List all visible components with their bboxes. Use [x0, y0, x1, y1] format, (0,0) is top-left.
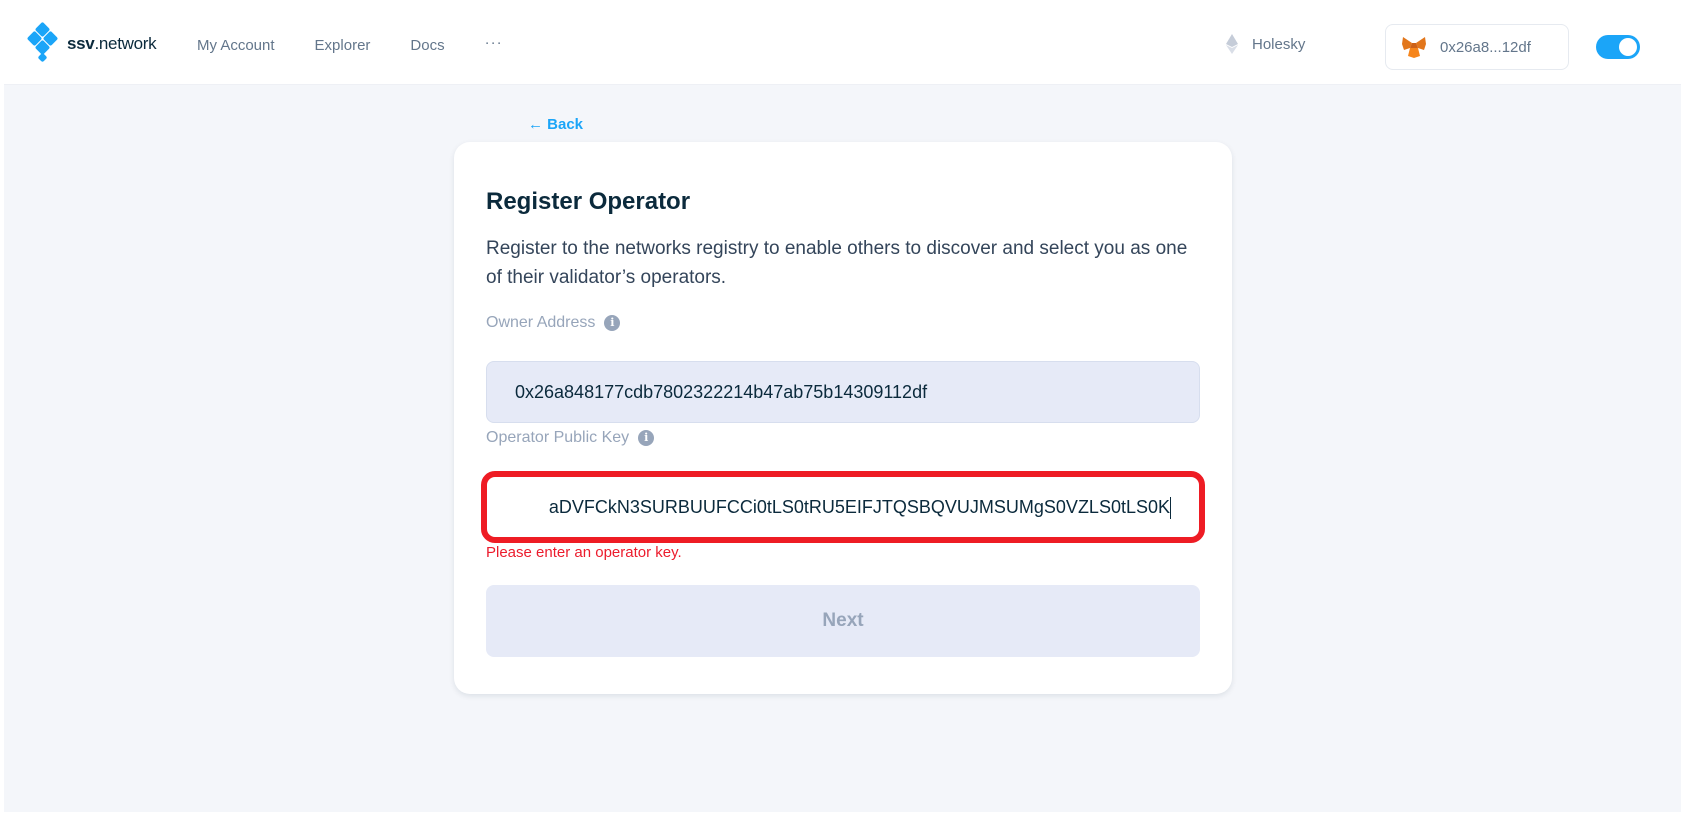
page-title: Register Operator [486, 188, 691, 215]
nav-docs[interactable]: Docs [410, 37, 444, 54]
nav-my-account[interactable]: My Account [197, 37, 275, 54]
operator-public-key-label: Operator Public Key i [486, 429, 655, 447]
network-selector[interactable]: Holesky [1226, 34, 1305, 54]
info-icon[interactable]: i [638, 430, 655, 446]
validation-error: Please enter an operator key. [486, 544, 682, 561]
owner-address-label-text: Owner Address [486, 314, 596, 331]
top-navigation-bar: ssv.network My Account Explorer Docs ···… [4, 4, 1681, 85]
operator-public-key-label-text: Operator Public Key [486, 429, 630, 446]
nav-more-button[interactable]: ··· [485, 34, 503, 54]
text-caret [1170, 497, 1171, 520]
metamask-fox-icon [1402, 37, 1426, 58]
app-window: ssv.network My Account Explorer Docs ···… [4, 4, 1681, 812]
logo-text: ssv.network [67, 34, 157, 53]
page-description: Register to the networks registry to ena… [486, 238, 1188, 288]
operator-public-key-input[interactable]: aDVFCkN3SURBUUFCCi0tLS0tRU5EIFJTQSBQVUJM… [486, 476, 1200, 538]
owner-address-field[interactable]: 0x26a848177cdb7802322214b47ab75b14309112… [486, 361, 1200, 423]
ethereum-icon [1226, 34, 1238, 54]
info-icon[interactable]: i [604, 315, 621, 331]
wallet-address: 0x26a8...12df [1440, 38, 1531, 56]
main-nav: My Account Explorer Docs ··· [197, 34, 503, 54]
nav-explorer[interactable]: Explorer [315, 37, 371, 54]
owner-address-label: Owner Address i [486, 314, 621, 332]
register-operator-card: Register Operator Register to the networ… [454, 142, 1232, 694]
operator-public-key-value: aDVFCkN3SURBUUFCCi0tLS0tRU5EIFJTQSBQVUJM… [548, 497, 1170, 517]
theme-toggle[interactable] [1596, 35, 1640, 59]
back-link[interactable]: ← Back [528, 116, 583, 133]
network-label: Holesky [1252, 35, 1306, 53]
ssv-logo[interactable]: ssv.network [26, 21, 157, 64]
wallet-button[interactable]: 0x26a8...12df [1385, 24, 1569, 70]
next-button[interactable]: Next [486, 585, 1200, 657]
ssv-logo-icon [26, 21, 59, 64]
